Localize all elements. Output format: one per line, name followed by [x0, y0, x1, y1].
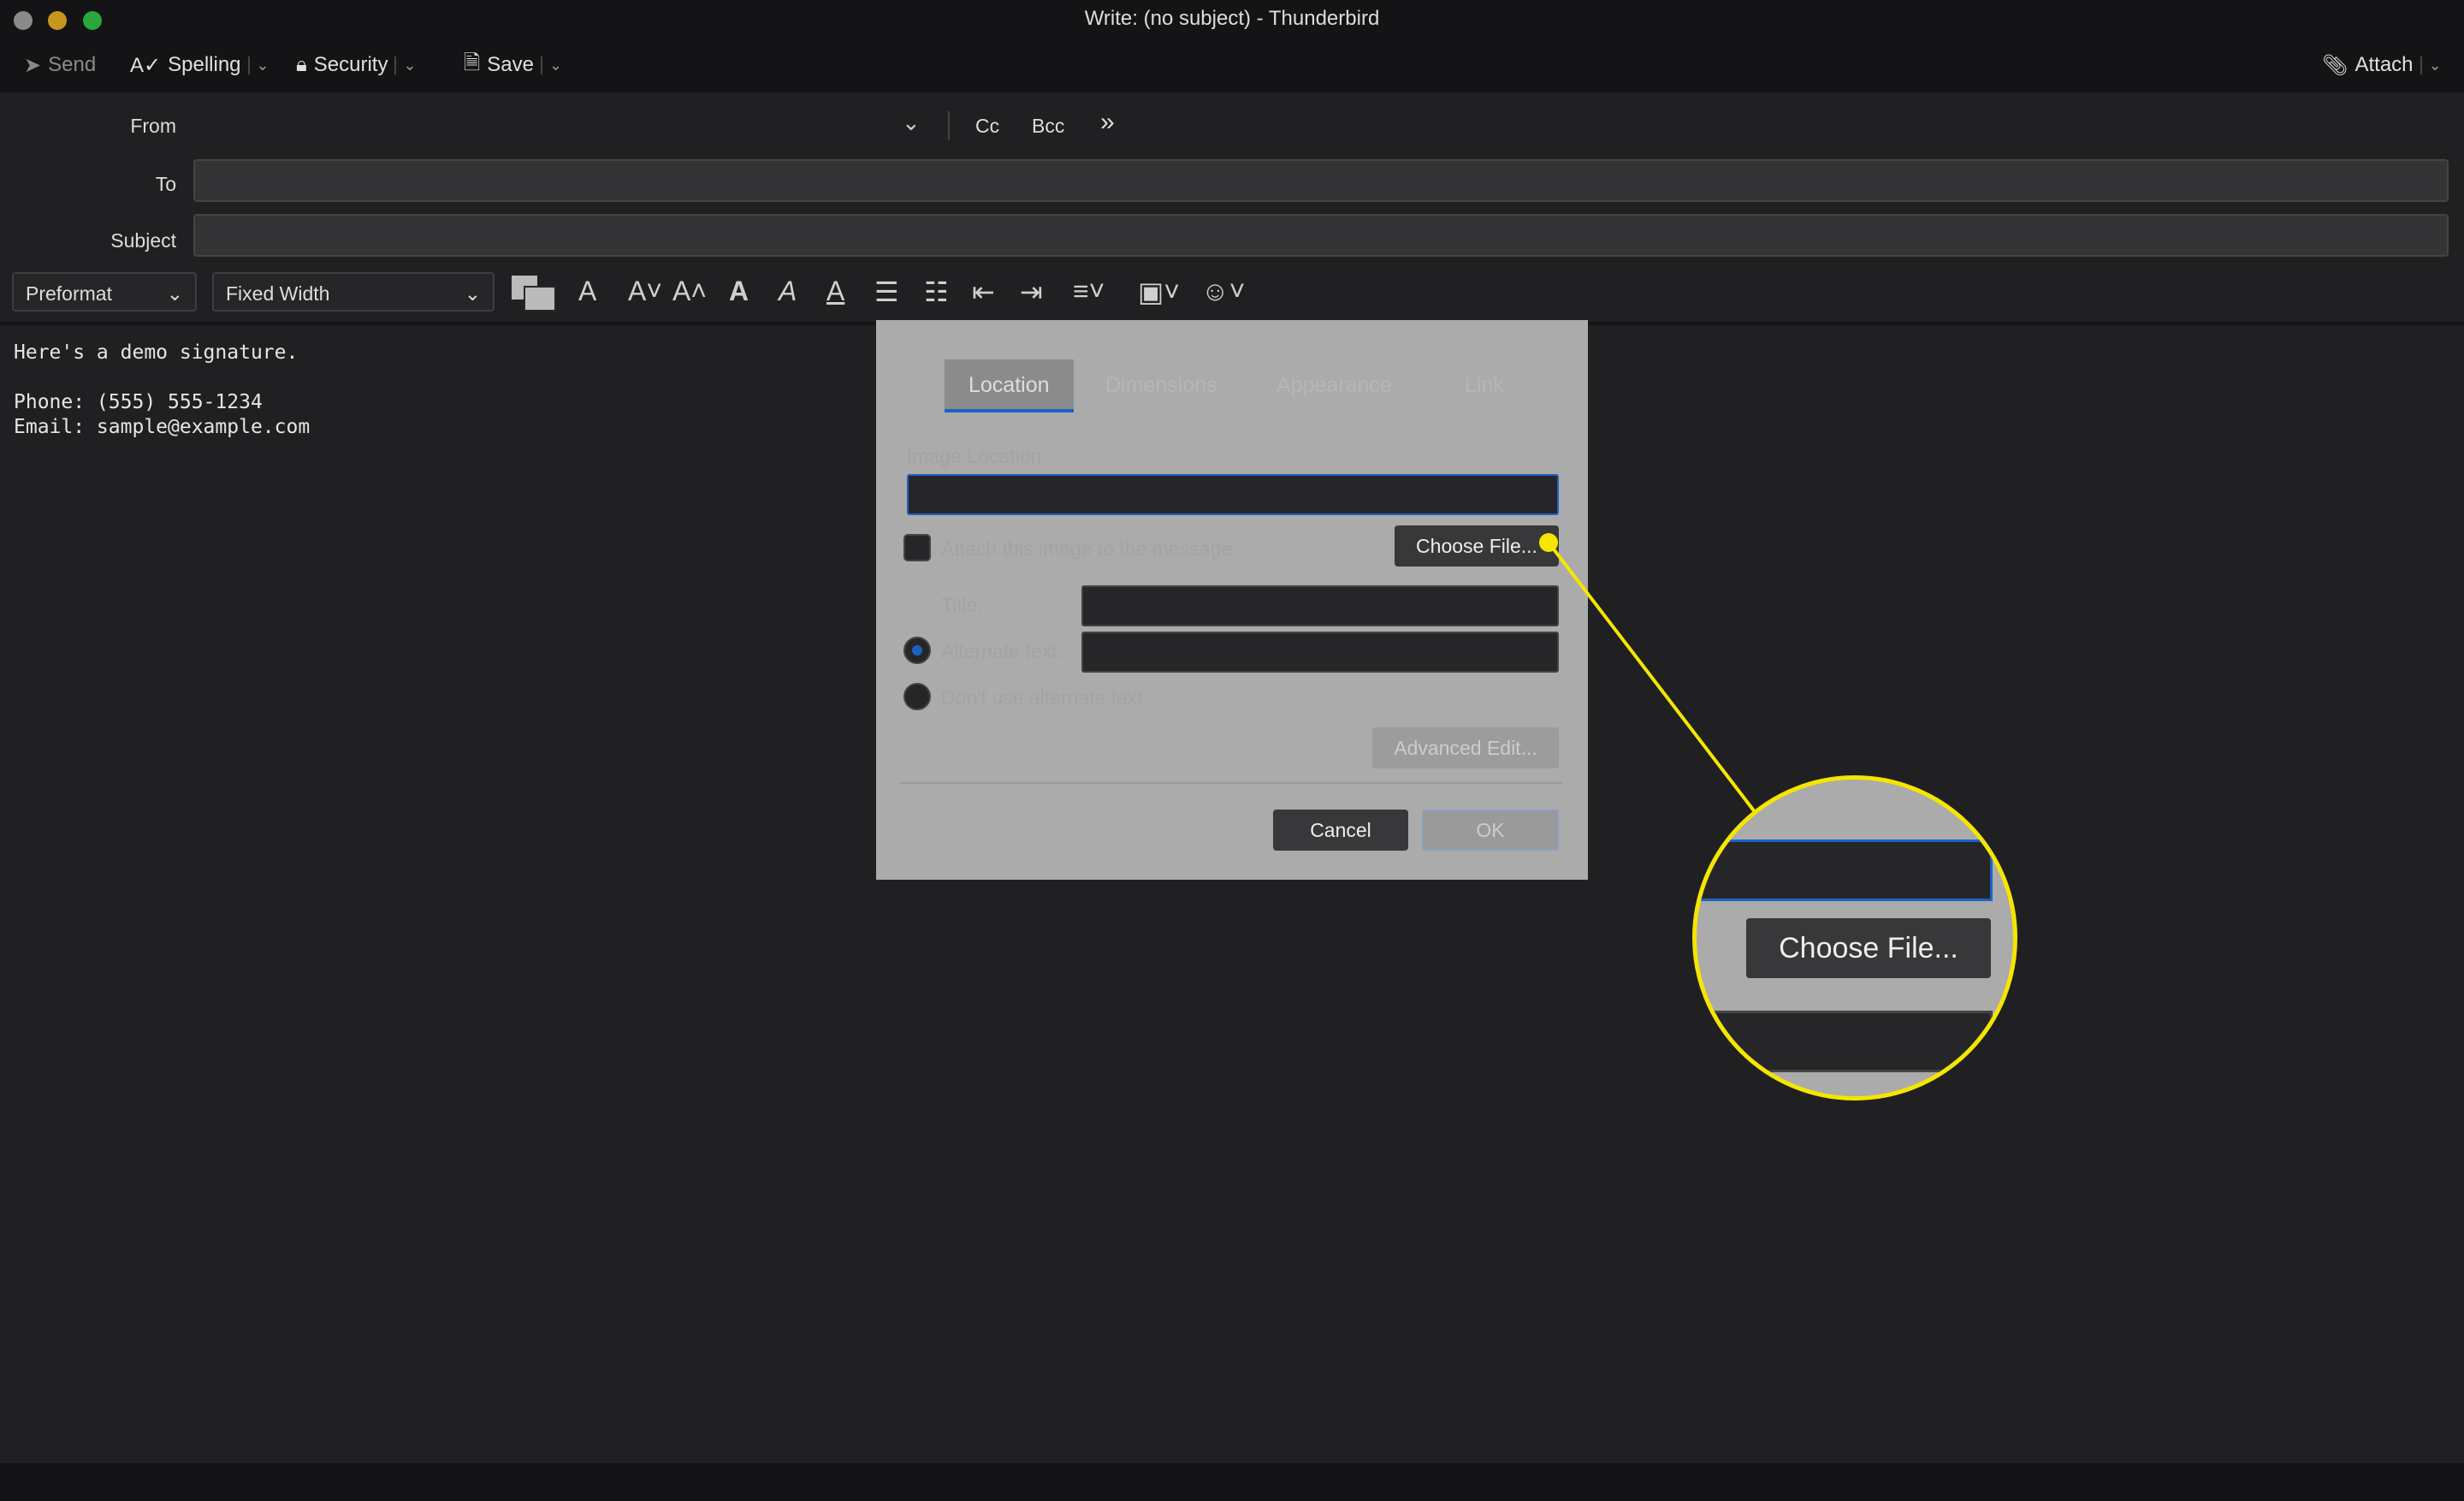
- magnified-input: [1697, 1011, 1993, 1072]
- callout-line: [1547, 541, 1757, 815]
- callout-magnifier: Choose File...: [1692, 775, 2017, 1101]
- callout-dot: [1539, 533, 1558, 552]
- callout-annotation: [1539, 533, 1757, 815]
- magnified-choose-file-button: Choose File...: [1746, 918, 1991, 978]
- magnified-input: [1697, 839, 1993, 901]
